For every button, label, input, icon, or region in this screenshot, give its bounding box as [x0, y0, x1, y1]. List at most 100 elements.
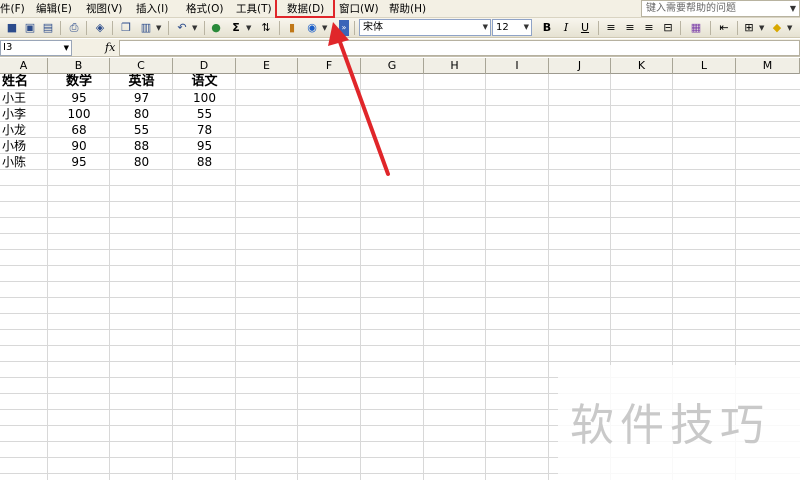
- save-icon[interactable]: ■: [4, 20, 20, 36]
- column-header-i[interactable]: I: [486, 58, 549, 74]
- print-icon[interactable]: ⎙: [66, 20, 82, 36]
- borders-icon[interactable]: ⊞: [741, 20, 757, 36]
- font-name-select[interactable]: 宋体 ▼: [359, 19, 491, 36]
- column-header-l[interactable]: L: [673, 58, 736, 74]
- fill-color-icon[interactable]: ◆: [769, 20, 785, 36]
- bold-button[interactable]: B: [539, 20, 555, 36]
- cell-a5[interactable]: 小杨: [0, 138, 48, 154]
- menu-edit[interactable]: 编辑(E): [36, 1, 72, 17]
- toolbar-separator: [204, 21, 205, 35]
- cell-a6[interactable]: 小陈: [0, 154, 48, 170]
- menu-help[interactable]: 帮助(H): [389, 1, 426, 17]
- column-header-g[interactable]: G: [361, 58, 424, 74]
- column-header-a[interactable]: A: [0, 58, 48, 74]
- formula-input[interactable]: [119, 40, 800, 56]
- copy-icon[interactable]: ❐: [118, 20, 134, 36]
- cell-b1[interactable]: 数学: [48, 74, 110, 90]
- menu-insert[interactable]: 插入(I): [136, 1, 168, 17]
- grid-line: [548, 74, 549, 480]
- italic-button[interactable]: I: [558, 20, 574, 36]
- chart-wizard-icon[interactable]: ▮: [284, 20, 300, 36]
- cell-d3[interactable]: 55: [173, 106, 236, 122]
- cell-d2[interactable]: 100: [173, 90, 236, 106]
- cell-c2[interactable]: 97: [110, 90, 173, 106]
- permission-icon[interactable]: ▣: [22, 20, 38, 36]
- insert-function-icon[interactable]: fx: [105, 40, 115, 56]
- cell-c3[interactable]: 80: [110, 106, 173, 122]
- paste-icon[interactable]: ▥: [138, 20, 154, 36]
- toolbar: ■ ▣ ▤ ⎙ ◈ ❐ ▥ ▼ ↶ ▼ ● Σ ▼ ⇅ ▮ ◉ ▼ » 宋体 ▼…: [0, 18, 800, 38]
- align-right-icon[interactable]: ≡: [641, 20, 657, 36]
- autosum-dropdown-icon[interactable]: ▼: [246, 20, 251, 36]
- column-header-h[interactable]: H: [424, 58, 486, 74]
- cell-c4[interactable]: 55: [110, 122, 173, 138]
- grid-line: [0, 361, 800, 362]
- cell-d1[interactable]: 语文: [173, 74, 236, 90]
- merge-center-icon[interactable]: ⊟: [660, 20, 676, 36]
- grid-line: [0, 313, 800, 314]
- underline-button[interactable]: U: [577, 20, 593, 36]
- help-icon[interactable]: ◉: [304, 20, 320, 36]
- font-size-select[interactable]: 12 ▼: [492, 19, 532, 36]
- cell-d4[interactable]: 78: [173, 122, 236, 138]
- align-left-icon[interactable]: ≡: [603, 20, 619, 36]
- cell-c1[interactable]: 英语: [110, 74, 173, 90]
- column-header-c[interactable]: C: [110, 58, 173, 74]
- menu-file[interactable]: 件(F): [0, 1, 25, 17]
- autosum-icon[interactable]: Σ: [228, 20, 244, 36]
- chevron-down-icon[interactable]: ▼: [64, 41, 69, 55]
- watermark: 软件技巧: [558, 365, 800, 480]
- column-header-d[interactable]: D: [173, 58, 236, 74]
- menu-format[interactable]: 格式(O): [186, 1, 223, 17]
- cell-b2[interactable]: 95: [48, 90, 110, 106]
- undo-dropdown-icon[interactable]: ▼: [192, 20, 197, 36]
- research-icon[interactable]: ◈: [92, 20, 108, 36]
- column-header-b[interactable]: B: [48, 58, 110, 74]
- chevron-down-icon[interactable]: ▼: [483, 20, 488, 35]
- chevron-down-icon[interactable]: ▼: [524, 20, 529, 35]
- cell-b3[interactable]: 100: [48, 106, 110, 122]
- menu-view[interactable]: 视图(V): [86, 1, 122, 17]
- font-size-value: 12: [496, 22, 509, 33]
- paste-dropdown-icon[interactable]: ▼: [156, 20, 161, 36]
- cell-a1[interactable]: 姓名: [0, 74, 48, 90]
- cell-b6[interactable]: 95: [48, 154, 110, 170]
- menu-bar: 件(F) 编辑(E) 视图(V) 插入(I) 格式(O) 工具(T) 数据(D)…: [0, 0, 800, 18]
- cell-a2[interactable]: 小王: [0, 90, 48, 106]
- undo-icon[interactable]: ↶: [174, 20, 190, 36]
- hyperlink-icon[interactable]: ●: [208, 20, 224, 36]
- email-icon[interactable]: ▤: [40, 20, 56, 36]
- cell-d5[interactable]: 95: [173, 138, 236, 154]
- font-name-value: 宋体: [363, 22, 383, 33]
- cell-a3[interactable]: 小李: [0, 106, 48, 122]
- help-search-input[interactable]: 键入需要帮助的问题 ▼: [641, 0, 800, 17]
- toolbar-options-icon[interactable]: ▼: [322, 20, 327, 36]
- cell-b5[interactable]: 90: [48, 138, 110, 154]
- grid-line: [0, 265, 800, 266]
- column-header-f[interactable]: F: [298, 58, 361, 74]
- cell-d6[interactable]: 88: [173, 154, 236, 170]
- cell-a4[interactable]: 小龙: [0, 122, 48, 138]
- chevron-down-icon[interactable]: ▼: [790, 1, 796, 16]
- sort-ascending-icon[interactable]: ⇅: [258, 20, 274, 36]
- toolbar-expand-icon[interactable]: »: [339, 20, 349, 36]
- align-center-icon[interactable]: ≡: [622, 20, 638, 36]
- column-header-e[interactable]: E: [236, 58, 298, 74]
- grid-line: [0, 297, 800, 298]
- fill-color-dropdown-icon[interactable]: ▼: [787, 20, 792, 36]
- menu-tools[interactable]: 工具(T): [236, 1, 272, 17]
- cell-c5[interactable]: 88: [110, 138, 173, 154]
- column-header-m[interactable]: M: [736, 58, 800, 74]
- toolbar-separator: [598, 21, 599, 35]
- grid-line: [360, 74, 361, 480]
- borders-dropdown-icon[interactable]: ▼: [759, 20, 764, 36]
- menu-window[interactable]: 窗口(W): [339, 1, 379, 17]
- column-header-j[interactable]: J: [549, 58, 611, 74]
- decrease-indent-icon[interactable]: ⇤: [716, 20, 732, 36]
- column-header-k[interactable]: K: [611, 58, 673, 74]
- currency-style-icon[interactable]: ▦: [688, 20, 704, 36]
- name-box[interactable]: I3 ▼: [0, 40, 72, 56]
- cell-c6[interactable]: 80: [110, 154, 173, 170]
- cell-b4[interactable]: 68: [48, 122, 110, 138]
- toolbar-separator: [737, 21, 738, 35]
